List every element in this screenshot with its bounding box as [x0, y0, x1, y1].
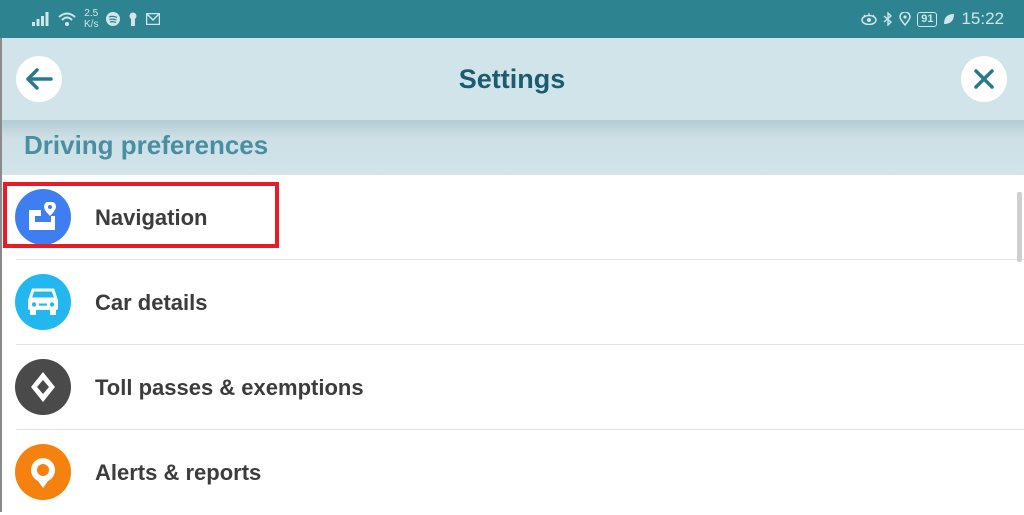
toll-icon-circle — [15, 359, 71, 415]
page-title: Settings — [458, 64, 566, 94]
section-header: Driving preferences — [0, 120, 1024, 175]
network-speed-unit: K/s — [84, 19, 99, 30]
leaf-icon — [944, 14, 955, 24]
list-item-car-details[interactable]: Car details — [0, 260, 1024, 345]
network-speed: 2.5 K/s — [84, 8, 98, 30]
list-item-alerts-reports[interactable]: Alerts & reports — [0, 430, 1024, 515]
bluetooth-icon — [883, 12, 893, 26]
close-icon — [974, 69, 994, 89]
close-button[interactable] — [961, 56, 1007, 102]
signal-icon — [32, 12, 49, 26]
keyhole-icon — [129, 12, 137, 26]
location-icon — [899, 12, 911, 26]
clock: 15:22 — [961, 9, 1004, 28]
wifi-icon — [58, 12, 76, 26]
list-item-label: Toll passes & exemptions — [95, 375, 364, 400]
status-bar: 2.5 K/s 91 15:22 — [0, 0, 1024, 38]
network-speed-value: 2.5 — [84, 8, 99, 19]
list-item-toll-passes[interactable]: Toll passes & exemptions — [0, 345, 1024, 430]
status-left: 2.5 K/s — [32, 0, 161, 38]
scrollbar[interactable] — [1017, 192, 1022, 262]
gmail-icon — [146, 13, 161, 25]
alerts-icon-circle — [15, 444, 71, 500]
alert-pin-icon — [31, 458, 55, 488]
section-title: Driving preferences — [24, 130, 269, 160]
battery-icon: 91 — [917, 11, 938, 27]
diamond-icon — [31, 372, 55, 402]
eye-icon — [861, 13, 877, 25]
list-item-label: Car details — [95, 290, 208, 315]
status-right: 91 15:22 — [861, 0, 1004, 38]
highlight-box — [3, 182, 279, 248]
car-details-icon-circle — [15, 274, 71, 330]
arrow-left-icon — [26, 68, 53, 90]
header: Settings — [0, 38, 1024, 120]
back-button[interactable] — [16, 56, 62, 102]
spotify-icon — [106, 12, 121, 26]
car-icon — [27, 288, 59, 315]
list-item-label: Alerts & reports — [95, 460, 262, 485]
